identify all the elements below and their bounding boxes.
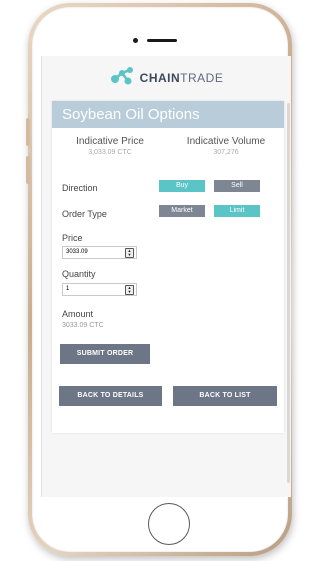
sell-button[interactable]: Sell xyxy=(214,180,260,192)
indicative-volume-label: Indicative Volume xyxy=(186,136,266,147)
scrollbar[interactable] xyxy=(287,103,290,483)
back-to-details-button[interactable]: BACK TO DETAILS xyxy=(59,386,162,406)
earpiece-speaker xyxy=(147,39,177,42)
quantity-input[interactable]: 1 ▲ ▼ xyxy=(62,283,137,296)
price-value: 3033.09 xyxy=(66,249,88,255)
direction-label: Direction xyxy=(62,183,98,193)
submit-order-button[interactable]: SUBMIT ORDER xyxy=(60,344,150,364)
chain-nodes-icon xyxy=(110,66,136,91)
market-button[interactable]: Market xyxy=(159,205,205,217)
indicative-price: Indicative Price 3,033.09 CTC xyxy=(52,136,168,156)
back-to-list-button[interactable]: BACK TO LIST xyxy=(173,386,277,406)
buy-button[interactable]: Buy xyxy=(159,180,205,192)
card-title: Soybean Oil Options xyxy=(52,101,284,128)
indicative-volume: Indicative Volume 307,276 xyxy=(168,136,284,156)
up-down-arrows-icon[interactable]: ▲ ▼ xyxy=(125,285,134,295)
logo-text: CHAINTRADE xyxy=(139,71,224,85)
amount-label: Amount xyxy=(62,309,94,319)
order-card: Soybean Oil Options Indicative Price 3,0… xyxy=(52,101,284,433)
volume-button xyxy=(26,156,30,184)
price-input[interactable]: 3033.09 ▲ ▼ xyxy=(62,246,137,259)
indicative-price-value: 3,033.09 CTC xyxy=(88,149,132,156)
up-down-arrows-icon[interactable]: ▲ ▼ xyxy=(125,248,134,258)
amount-value: 3033.09 CTC xyxy=(62,322,104,329)
indicative-price-label: Indicative Price xyxy=(76,136,144,147)
quantity-label: Quantity xyxy=(62,269,96,279)
volume-button xyxy=(26,118,30,146)
indicative-volume-value: 307,276 xyxy=(213,149,239,156)
app-logo: CHAINTRADE xyxy=(42,64,291,92)
quantity-value: 1 xyxy=(66,286,70,292)
app-screen: CHAINTRADE Soybean Oil Options Indicativ… xyxy=(41,56,291,497)
price-label: Price xyxy=(62,233,83,243)
indicative-summary: Indicative Price 3,033.09 CTC Indicative… xyxy=(52,136,284,156)
limit-button[interactable]: Limit xyxy=(214,205,260,217)
home-button[interactable] xyxy=(148,503,190,545)
front-camera xyxy=(133,38,138,43)
order-type-label: Order Type xyxy=(62,209,107,219)
